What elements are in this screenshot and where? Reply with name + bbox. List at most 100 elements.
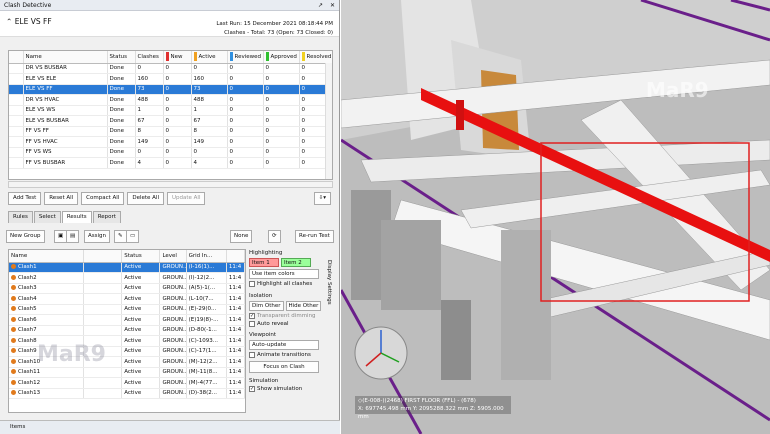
- results-col-header[interactable]: [83, 250, 123, 263]
- test-cell: 149: [191, 136, 228, 148]
- assign-button[interactable]: Assign: [84, 230, 110, 243]
- clash-cell: (C)-1093...: [186, 335, 227, 347]
- focus-on-clash-button[interactable]: Focus on Clash: [249, 361, 319, 373]
- tests-col-header[interactable]: Active: [191, 51, 228, 64]
- export-icon[interactable]: ⇩▾: [313, 192, 331, 205]
- results-col-header[interactable]: Grid In...: [186, 250, 227, 263]
- show-simulation-checkbox[interactable]: ✓ Show simulation: [249, 386, 319, 392]
- camera-icon: [83, 388, 123, 399]
- clash-status-select[interactable]: Active: [121, 262, 161, 273]
- test-row[interactable]: FF VS BUSBAR Done 4 0 4 0 0 0: [9, 157, 332, 169]
- clash-status-select[interactable]: Active: [121, 325, 161, 336]
- clash-row[interactable]: Clash5 Active GROUN... (E)-29(0... 11:4: [9, 304, 245, 315]
- test-row[interactable]: FF VS FF Done 8 0 8 0 0 0: [9, 126, 332, 137]
- refresh-icon[interactable]: ⟳: [268, 230, 281, 243]
- test-cell: 0: [263, 157, 300, 169]
- test-cell: 0: [191, 63, 228, 74]
- clash-row[interactable]: Clash7 Active GROUN... (D-80(-1... 11:4: [9, 325, 245, 336]
- test-row[interactable]: ELE VS ELE Done 160 0 160 0 0 0: [9, 73, 332, 85]
- test-cell: Done: [107, 136, 136, 148]
- viewport-watermark: MaR9: [646, 78, 709, 102]
- tests-col-header[interactable]: Resolved: [299, 51, 332, 64]
- test-row[interactable]: ELE VS WS Done 1 0 1 0 0 0: [9, 105, 332, 116]
- 3d-viewport[interactable]: MaR9: [341, 0, 770, 434]
- test-row[interactable]: FF VS WS Done 0 0 0 0 0 0: [9, 147, 332, 158]
- test-cell: 0: [227, 84, 264, 95]
- clash-status-select[interactable]: Active: [121, 272, 161, 284]
- clash-status-select[interactable]: Active: [121, 377, 161, 389]
- item1-color-button[interactable]: Item 1: [249, 258, 279, 267]
- clash-row[interactable]: Clash2 Active GROUN... (I)-12(2... 11:4: [9, 272, 245, 284]
- clash-row[interactable]: Clash6 Active GROUN... (E)19(8)-... 11:4: [9, 314, 245, 326]
- transparent-dimming-checkbox[interactable]: ✓ Transparent dimming: [249, 313, 319, 319]
- viewpoint-select[interactable]: Auto-update: [249, 340, 319, 350]
- comment-icon[interactable]: ▭: [126, 230, 140, 243]
- tab-rules[interactable]: Rules: [8, 211, 33, 223]
- ungroup-icon[interactable]: ▤: [66, 230, 80, 243]
- results-col-header[interactable]: Level: [159, 250, 187, 263]
- rerun-test-button[interactable]: Re-run Test: [295, 230, 334, 243]
- tests-horizontal-scrollbar[interactable]: [8, 181, 333, 188]
- tab-report[interactable]: Report: [92, 211, 121, 223]
- clash-status-select[interactable]: Active: [121, 314, 161, 326]
- clash-status-select[interactable]: Active: [121, 304, 161, 315]
- camera-icon: [83, 262, 123, 273]
- highlight-all-checkbox[interactable]: Highlight all clashes: [249, 281, 319, 287]
- clash-status-select[interactable]: Active: [121, 367, 161, 378]
- tests-col-header[interactable]: Reviewed: [227, 51, 264, 64]
- test-name[interactable]: ⌃ ELE VS FF: [6, 17, 52, 26]
- compact-all-button[interactable]: Compact All: [81, 192, 125, 205]
- use-item-colors-select[interactable]: Use item colors: [249, 269, 319, 279]
- add-test-button[interactable]: Add Test: [8, 192, 42, 205]
- test-row[interactable]: ELE VS BUSBAR Done 67 0 67 0 0 0: [9, 115, 332, 127]
- update-all-button[interactable]: Update All: [166, 192, 206, 205]
- animate-transitions-checkbox[interactable]: Animate transitions: [249, 352, 319, 358]
- tests-col-header[interactable]: Clashes: [135, 51, 164, 64]
- tests-vertical-scrollbar[interactable]: [325, 63, 332, 179]
- test-row[interactable]: DR VS HVAC Done 488 0 488 0 0 0: [9, 94, 332, 106]
- clash-status-select[interactable]: Active: [121, 293, 161, 305]
- clash-name-cell: Clash12: [9, 377, 84, 389]
- results-col-header[interactable]: [226, 250, 245, 263]
- clash-cell: 11:4: [226, 335, 245, 347]
- tests-col-header[interactable]: Name: [23, 51, 108, 64]
- dim-other-button[interactable]: Dim Other: [249, 301, 284, 311]
- tests-col-header[interactable]: New: [163, 51, 192, 64]
- clash-status-select[interactable]: Active: [121, 356, 161, 368]
- test-cell: 8: [135, 126, 164, 137]
- results-col-header[interactable]: Name: [9, 250, 84, 263]
- clash-row[interactable]: Clash4 Active GROUN... (L-10(7... 11:4: [9, 293, 245, 305]
- test-row[interactable]: DR VS BUSBAR Done 0 0 0 0 0 0: [9, 63, 332, 74]
- test-row[interactable]: FF VS HVAC Done 149 0 149 0 0 0: [9, 136, 332, 148]
- clash-row[interactable]: Clash1 Active GROUN... (I-16(1)... 11:4: [9, 262, 245, 273]
- clash-row[interactable]: Clash3 Active GROUN... (A(5)-1(... 11:4: [9, 283, 245, 294]
- clash-status-select[interactable]: Active: [121, 283, 161, 294]
- clash-name-cell: Clash7: [9, 325, 84, 336]
- test-row[interactable]: ELE VS FF Done 73 0 73 0 0 0: [9, 84, 332, 95]
- float-icon[interactable]: ↗: [318, 2, 323, 9]
- tests-col-header[interactable]: Status: [107, 51, 136, 64]
- tab-results[interactable]: Results: [61, 211, 92, 223]
- item2-color-button[interactable]: Item 2: [281, 258, 311, 267]
- display-settings-tab[interactable]: Display Settings: [325, 260, 337, 350]
- filter-none-select[interactable]: None: [230, 230, 253, 243]
- auto-reveal-checkbox[interactable]: Auto reveal: [249, 321, 319, 327]
- reset-all-button[interactable]: Reset All: [44, 192, 79, 205]
- clash-summary-text: Clashes - Total: 73 (Open: 73 Closed: 0): [224, 30, 333, 36]
- test-cell: Done: [107, 84, 136, 95]
- clash-row[interactable]: Clash11 Active GROUN... (M)-11(8... 11:4: [9, 367, 245, 378]
- new-group-button[interactable]: New Group: [6, 230, 45, 243]
- collapse-chevron-icon[interactable]: ⌃: [6, 17, 12, 26]
- delete-all-button[interactable]: Delete All: [127, 192, 164, 205]
- hide-other-button[interactable]: Hide Other: [285, 301, 322, 311]
- clash-status-select[interactable]: Active: [121, 388, 161, 399]
- clash-status-select[interactable]: Active: [121, 346, 161, 357]
- clash-row[interactable]: Clash12 Active GROUN... (M)-4(77... 11:4: [9, 377, 245, 389]
- close-icon[interactable]: ✕: [330, 2, 335, 9]
- clash-status-select[interactable]: Active: [121, 335, 161, 347]
- results-col-header[interactable]: Status: [121, 250, 161, 263]
- tab-select[interactable]: Select: [33, 211, 61, 223]
- tests-col-header[interactable]: Approved: [263, 51, 300, 64]
- unassign-icon[interactable]: ✎: [114, 230, 127, 243]
- clash-row[interactable]: Clash13 Active GROUN... (D)-38(2... 11:4: [9, 388, 245, 399]
